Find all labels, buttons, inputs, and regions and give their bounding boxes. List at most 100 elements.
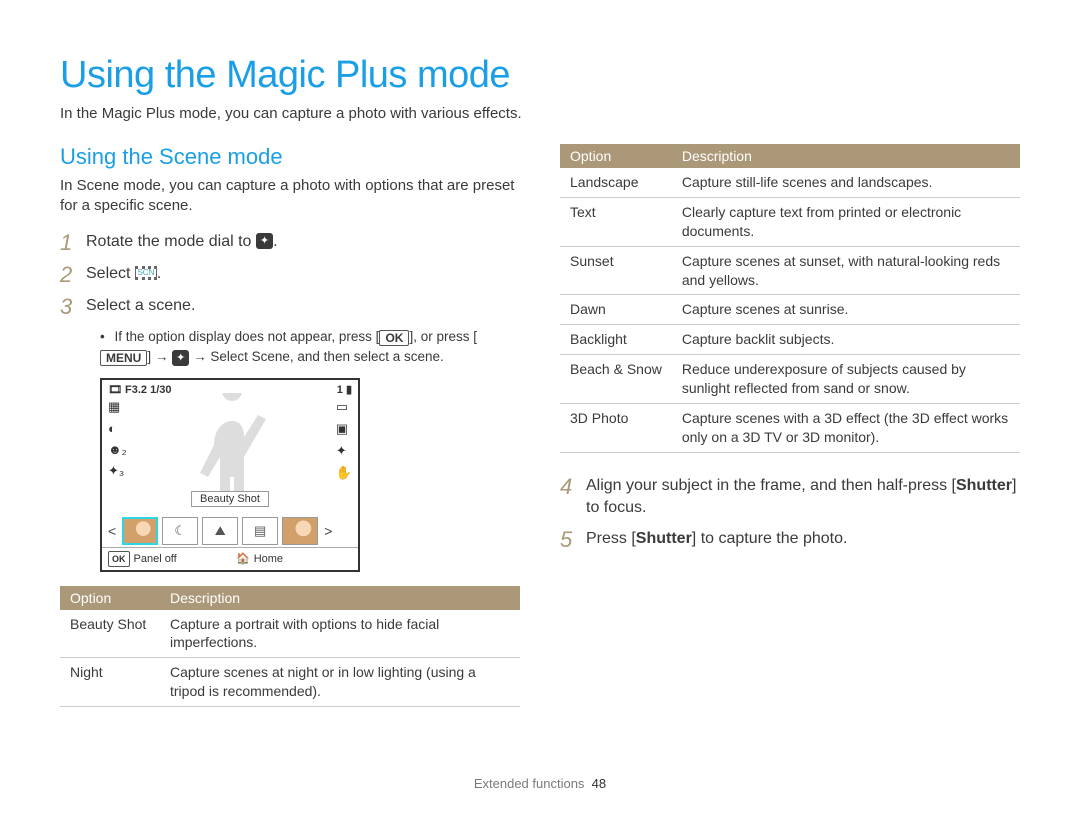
- step-5: 5 Press [Shutter] to capture the photo.: [560, 528, 1020, 552]
- footer-page-number: 48: [592, 776, 606, 791]
- step-1-text-post: .: [273, 233, 277, 250]
- cell-option: Backlight: [560, 325, 672, 355]
- cell-option: Night: [60, 658, 160, 707]
- cell-description: Capture still-life scenes and landscapes…: [672, 168, 1020, 197]
- step-number: 1: [60, 231, 86, 255]
- table1-body: Beauty ShotCapture a portrait with optio…: [60, 610, 520, 707]
- sd-icon: ▭: [336, 399, 352, 415]
- scene-film-icon: SCN: [135, 266, 157, 280]
- magic-plus-mode-icon: ✦: [256, 233, 273, 249]
- battery-icon: ▮: [346, 384, 352, 396]
- thumb-night: ☾: [162, 517, 198, 545]
- shutter-label: Shutter: [956, 477, 1012, 494]
- table-row: NightCapture scenes at night or in low l…: [60, 658, 520, 707]
- note-a: If the option display does not appear, p…: [115, 329, 380, 344]
- col-option: Option: [60, 586, 160, 610]
- right-column: Option Description LandscapeCapture stil…: [560, 144, 1020, 707]
- cell-description: Capture scenes at night or in low lighti…: [160, 658, 520, 707]
- thumb-sunset: [282, 517, 318, 545]
- step-1: 1 Rotate the mode dial to ✦.: [60, 231, 520, 255]
- cell-description: Clearly capture text from printed or ele…: [672, 197, 1020, 246]
- cell-option: Text: [560, 197, 672, 246]
- step-5-b: ] to capture the photo.: [692, 530, 848, 547]
- note-e: , and then select a scene.: [290, 349, 444, 364]
- grid-icon: ▦: [108, 399, 127, 415]
- cell-option: Beach & Snow: [560, 355, 672, 404]
- lcd-scene-thumbnails: < ☾ ⛰ ▤ >: [102, 517, 358, 547]
- thumb-prev-icon: <: [106, 523, 118, 539]
- lcd-left-icons: ▦ ◐ ☻₂ ✦₃: [108, 399, 127, 517]
- page-title: Using the Magic Plus mode: [60, 54, 1020, 97]
- menu-button-icon: MENU: [100, 350, 147, 366]
- step-number: 3: [60, 295, 86, 319]
- lcd-panel-off: Panel off: [134, 553, 177, 565]
- page-intro: In the Magic Plus mode, you can capture …: [60, 105, 1020, 122]
- cell-description: Reduce underexposure of subjects caused …: [672, 355, 1020, 404]
- page-footer: Extended functions 48: [0, 776, 1080, 791]
- table-row: 3D PhotoCapture scenes with a 3D effect …: [560, 404, 1020, 453]
- step-2-text-pre: Select: [86, 265, 135, 282]
- cell-description: Capture scenes with a 3D effect (the 3D …: [672, 404, 1020, 453]
- shutter-label: Shutter: [636, 530, 692, 547]
- face-detect-icon: ☻₂: [108, 442, 127, 457]
- thumb-landscape: ⛰: [202, 517, 238, 545]
- section-title: Using the Scene mode: [60, 144, 520, 170]
- cell-option: Dawn: [560, 295, 672, 325]
- cell-description: Capture a portrait with options to hide …: [160, 610, 520, 658]
- note-c: ] →: [147, 349, 172, 364]
- step-number: 2: [60, 263, 86, 287]
- col-option: Option: [560, 144, 672, 168]
- note-b: ], or press [: [409, 329, 477, 344]
- cell-option: 3D Photo: [560, 404, 672, 453]
- select-scene-label: Select Scene: [210, 349, 290, 364]
- left-column: Using the Scene mode In Scene mode, you …: [60, 144, 520, 707]
- timer-icon: ✦₃: [108, 463, 127, 479]
- step-2-text-post: .: [157, 265, 161, 282]
- col-description: Description: [160, 586, 520, 610]
- section-intro: In Scene mode, you can capture a photo w…: [60, 176, 520, 217]
- ok-button-icon: OK: [379, 330, 409, 346]
- step-number: 5: [560, 528, 586, 552]
- ok-button-icon: OK: [108, 551, 130, 567]
- step-1-text-pre: Rotate the mode dial to: [86, 233, 256, 250]
- table-row: TextClearly capture text from printed or…: [560, 197, 1020, 246]
- cell-description: Capture scenes at sunrise.: [672, 295, 1020, 325]
- cell-option: Sunset: [560, 246, 672, 295]
- options-table-2: Option Description LandscapeCapture stil…: [560, 144, 1020, 453]
- table-row: SunsetCapture scenes at sunset, with nat…: [560, 246, 1020, 295]
- step-4-a: Align your subject in the frame, and the…: [586, 477, 956, 494]
- footer-section: Extended functions: [474, 776, 585, 791]
- film-icon: 🎞: [108, 384, 122, 396]
- home-icon: 🏠: [236, 552, 250, 565]
- lcd-home: Home: [254, 553, 283, 565]
- table-row: Beach & SnowReduce underexposure of subj…: [560, 355, 1020, 404]
- table-row: BacklightCapture backlit subjects.: [560, 325, 1020, 355]
- step-5-a: Press [: [586, 530, 636, 547]
- thumb-next-icon: >: [322, 523, 334, 539]
- table-row: DawnCapture scenes at sunrise.: [560, 295, 1020, 325]
- quality-icon: ▣: [336, 421, 352, 437]
- col-description: Description: [672, 144, 1020, 168]
- step-number: 4: [560, 475, 586, 499]
- step-3: 3 Select a scene.: [60, 295, 520, 319]
- table2-body: LandscapeCapture still-life scenes and l…: [560, 168, 1020, 452]
- lcd-shots-remaining: 1: [337, 384, 343, 396]
- stabilization-icon: ✋: [336, 465, 352, 481]
- step-4: 4 Align your subject in the frame, and t…: [560, 475, 1020, 520]
- thumb-text: ▤: [242, 517, 278, 545]
- thumb-beauty-shot: [122, 517, 158, 545]
- step-3-note: • If the option display does not appear,…: [60, 327, 520, 368]
- note-d: →: [189, 349, 210, 364]
- table-row: Beauty ShotCapture a portrait with optio…: [60, 610, 520, 658]
- table-row: LandscapeCapture still-life scenes and l…: [560, 168, 1020, 197]
- camera-lcd-preview: 🎞 F3.2 1/30 1 ▮ ▦ ◐ ☻₂ ✦₃ Beauty Shot ▭ …: [100, 378, 360, 572]
- magic-plus-mode-icon: ✦: [172, 350, 189, 366]
- exposure-icon: ◐: [108, 421, 127, 436]
- lcd-right-icons: ▭ ▣ ✦ ✋: [336, 399, 352, 517]
- lcd-exposure: F3.2 1/30: [125, 384, 171, 396]
- cell-option: Landscape: [560, 168, 672, 197]
- cell-description: Capture scenes at sunset, with natural-l…: [672, 246, 1020, 295]
- step-3-text: Select a scene.: [86, 295, 195, 317]
- step-2: 2 Select SCN.: [60, 263, 520, 287]
- cell-option: Beauty Shot: [60, 610, 160, 658]
